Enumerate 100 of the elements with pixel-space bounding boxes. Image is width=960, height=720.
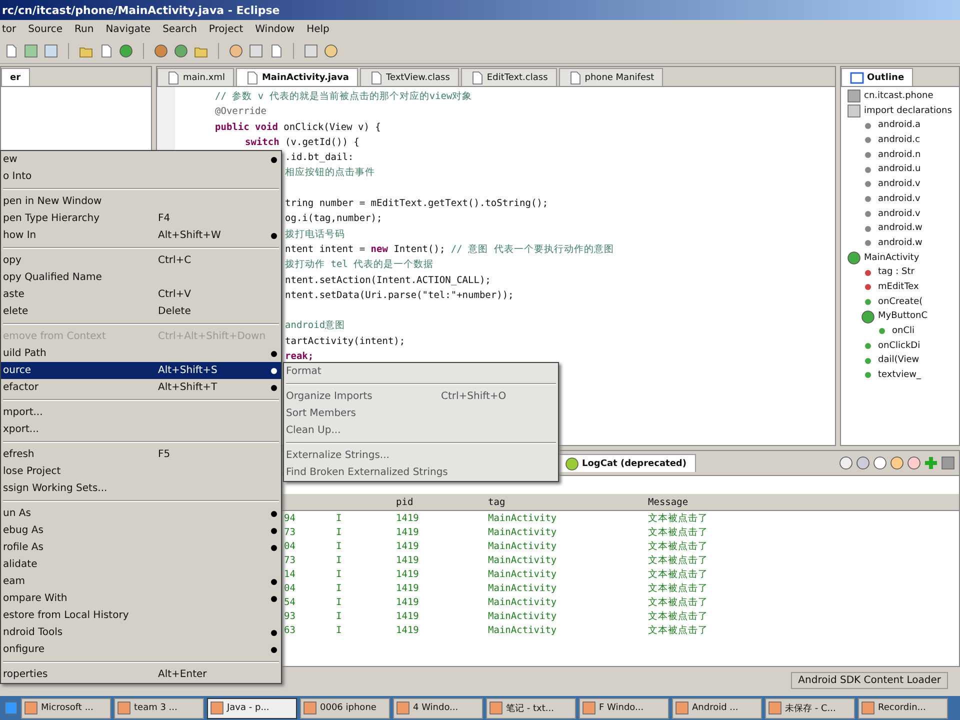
outline-item[interactable]: MainActivity <box>864 250 920 266</box>
table-cell-text: 1419 <box>396 526 420 538</box>
outline-item[interactable]: android.v <box>878 206 920 222</box>
new-file-icon[interactable] <box>4 44 18 58</box>
page-icon[interactable] <box>269 44 283 58</box>
taskbar-button[interactable]: 0006 iphone <box>300 698 390 718</box>
table-cell-text: 文本被点击了 <box>648 610 709 622</box>
menu-item[interactable]: mport... <box>1 404 281 421</box>
menu-item[interactable]: Sort Members <box>284 405 558 422</box>
menu-item[interactable]: Navigate <box>106 24 151 34</box>
taskbar-button[interactable]: Microsoft ... <box>21 698 111 718</box>
menu-item[interactable]: ompare With <box>1 590 281 607</box>
menu-item[interactable]: Clean Up... <box>284 422 558 439</box>
start-icon[interactable] <box>4 701 18 715</box>
status-text: Android SDK Content Loader <box>791 672 948 688</box>
outline-item[interactable]: dail(View <box>878 353 920 368</box>
outline-item[interactable]: onCreate( <box>878 294 923 310</box>
outline-item[interactable]: android.a <box>878 118 921 134</box>
table-cell-text: 1419 <box>396 540 420 552</box>
taskbar-button[interactable]: F Windo... <box>579 698 669 718</box>
menu-item[interactable]: opy Qualified Name <box>1 269 281 286</box>
menu-item[interactable]: ource Alt+Shift+S <box>1 362 281 379</box>
menu-item[interactable]: ebug As <box>1 522 281 539</box>
menu-item[interactable]: efactor Alt+Shift+T <box>1 379 281 396</box>
app-icon <box>768 701 782 715</box>
table-cell-text: I <box>335 582 343 594</box>
menu-item[interactable]: uild Path <box>1 345 281 362</box>
taskbar-button[interactable]: 未保存 - C... <box>765 698 855 718</box>
outline-item[interactable]: android.w <box>878 221 922 236</box>
taskbar-button[interactable]: 4 Windo... <box>393 698 483 718</box>
menu-item[interactable]: eam <box>1 573 281 590</box>
menu-item[interactable]: Externalize Strings... <box>284 447 558 464</box>
menu-item[interactable]: efresh F5 <box>1 446 281 463</box>
menu-item[interactable]: un As <box>1 505 281 522</box>
menu-item[interactable]: elete Delete <box>1 303 281 320</box>
taskbar-button[interactable]: Recordin... <box>858 698 948 718</box>
column-header[interactable]: Message <box>648 496 848 508</box>
outline-item[interactable]: onClickDi <box>878 338 920 354</box>
page-icon[interactable] <box>99 44 113 58</box>
outline-item[interactable]: tag : Str <box>878 265 914 280</box>
outline-item[interactable]: MyButtonC <box>878 309 928 324</box>
taskbar-button[interactable]: team 3 ... <box>114 698 204 718</box>
menu-item[interactable]: Organize Imports Ctrl+Shift+O <box>284 388 558 405</box>
table-cell-text: 1419 <box>396 554 420 566</box>
outline-item[interactable]: android.w <box>878 236 922 251</box>
menu-item[interactable]: ndroid Tools <box>1 624 281 641</box>
column-header[interactable]: tag <box>488 496 648 508</box>
taskbar-button[interactable]: Java - p... <box>207 698 297 718</box>
editor-tab[interactable]: TextView.class <box>360 68 459 86</box>
outline-item[interactable]: android.v <box>878 192 920 207</box>
menu-item[interactable]: Window <box>255 24 295 34</box>
view-tab[interactable]: er <box>1 68 30 86</box>
outline-item[interactable]: android.v <box>878 177 920 192</box>
outline-item[interactable]: textview_ <box>878 368 921 383</box>
menu-item[interactable]: Search <box>162 24 197 34</box>
menu-item[interactable]: how In Alt+Shift+W <box>1 227 281 244</box>
column-header[interactable]: pid <box>396 496 488 508</box>
menu-item[interactable]: Find Broken Externalized Strings <box>284 464 558 481</box>
outline-item[interactable]: cn.itcast.phone <box>864 89 934 104</box>
outline-item[interactable]: android.u <box>878 162 921 178</box>
square-icon[interactable] <box>304 44 318 58</box>
app-icon <box>303 701 317 715</box>
table-cell-text: I <box>335 610 343 622</box>
menu-item[interactable]: onfigure <box>1 641 281 658</box>
menu-item[interactable]: ssign Working Sets... <box>1 480 281 497</box>
view-tab[interactable]: Outline <box>841 68 914 86</box>
file-icon <box>368 70 383 84</box>
outline-item[interactable]: mEditTex <box>878 280 919 295</box>
menu-item[interactable]: alidate <box>1 556 281 573</box>
outline-item[interactable]: android.c <box>878 133 920 148</box>
menu-item[interactable]: tor <box>2 24 16 34</box>
menu-item[interactable]: Project <box>208 24 244 34</box>
menu-item[interactable]: Run <box>74 24 94 34</box>
menu-item[interactable]: lose Project <box>1 463 281 480</box>
menu-item[interactable]: pen Type Hierarchy F4 <box>1 210 281 227</box>
editor-tab[interactable]: MainActivity.java <box>236 68 358 86</box>
taskbar-button[interactable]: Android ... <box>672 698 762 718</box>
table-cell-text: MainActivity <box>488 582 558 594</box>
view-tab[interactable]: LogCat (deprecated) <box>556 454 696 472</box>
menu-item[interactable]: Help <box>306 24 330 34</box>
menu-item[interactable]: pen in New Window <box>1 193 281 210</box>
menu-item[interactable]: Source <box>28 24 63 34</box>
outline-item[interactable]: import declarations <box>864 104 952 118</box>
menu-item[interactable]: roperties Alt+Enter <box>1 666 281 683</box>
menu-item[interactable]: estore from Local History <box>1 607 281 624</box>
table-cell-text: MainActivity <box>488 526 558 538</box>
outline-item[interactable]: android.n <box>878 148 921 162</box>
menu-item[interactable]: rofile As <box>1 539 281 556</box>
editor-tab[interactable]: main.xml <box>157 68 234 86</box>
editor-tab[interactable]: phone Manifest <box>558 68 664 86</box>
menu-item[interactable]: xport... <box>1 421 281 438</box>
menu-item[interactable]: Format <box>284 363 558 380</box>
menu-item[interactable]: o Into <box>1 168 281 185</box>
menu-item[interactable]: ew <box>1 151 281 168</box>
editor-tab[interactable]: EditText.class <box>460 68 557 86</box>
taskbar-button[interactable]: 笔记 - txt... <box>486 698 576 718</box>
code-comment: 拨打动作 tel 代表的是一个数据 <box>285 258 434 272</box>
menu-item[interactable]: aste Ctrl+V <box>1 286 281 303</box>
menu-item[interactable]: opy Ctrl+C <box>1 252 281 269</box>
outline-item[interactable]: onCli <box>892 324 914 339</box>
